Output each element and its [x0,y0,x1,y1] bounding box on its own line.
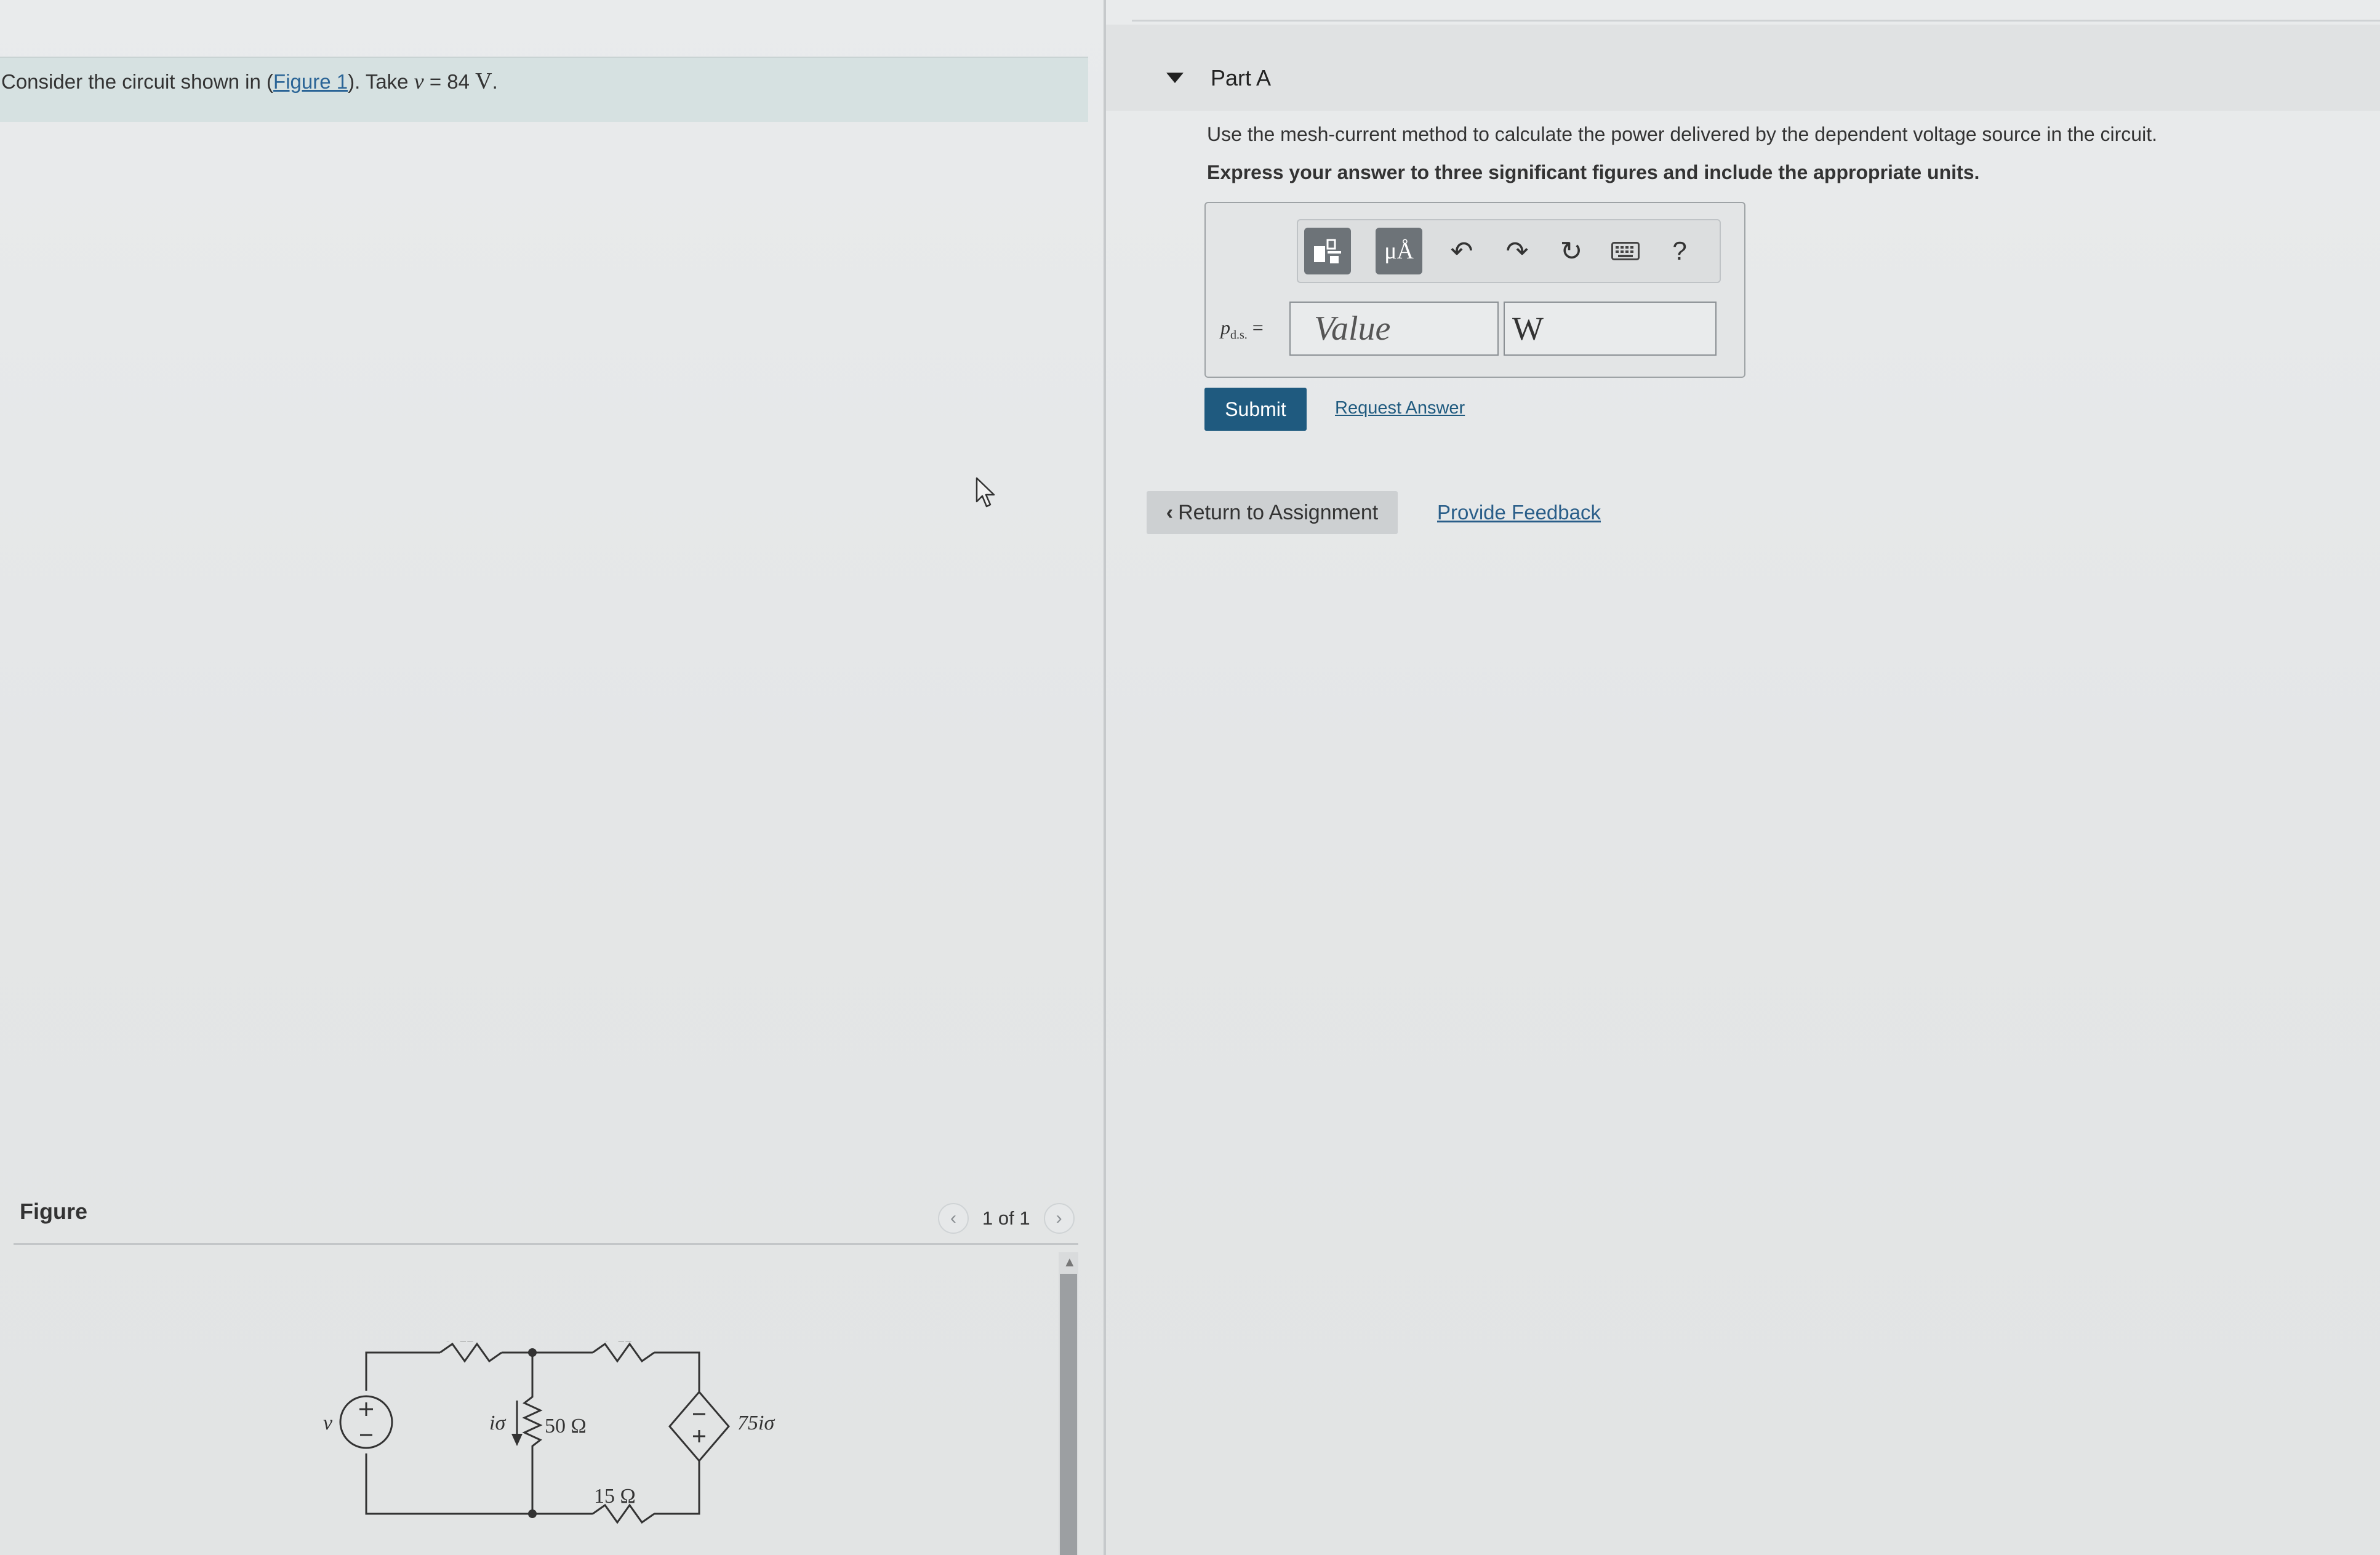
answer-variable-label: pd.s. = [1220,316,1264,342]
undo-button[interactable]: ↶ [1444,234,1479,268]
instruction-text: Express your answer to three significant… [1207,161,1980,183]
source-voltage-label: v [323,1412,333,1434]
resistor-5-ohm-label: 5 Ω [443,1341,475,1346]
return-label: Return to Assignment [1178,500,1379,524]
circuit-diagram: 5 Ω 10 Ω 50 Ω 15 Ω v iσ 75iσ [323,1341,775,1524]
return-to-assignment-button[interactable]: ‹ Return to Assignment [1147,491,1398,534]
circuit-node-top [528,1348,537,1357]
chevron-left-icon: ‹ [950,1208,956,1228]
templates-button[interactable] [1304,228,1351,274]
reset-icon: ↻ [1560,236,1583,266]
value-input[interactable] [1289,302,1499,356]
figure-scrollbar-thumb[interactable] [1060,1274,1077,1555]
answer-variable-subscript: d.s. [1230,328,1248,342]
chevron-right-icon: › [1056,1208,1062,1228]
help-button[interactable]: ? [1662,234,1697,268]
voltage-variable: v [414,69,424,94]
question-text: Use the mesh-current method to calculate… [1207,123,2157,145]
scroll-up-arrow-icon[interactable]: ▲ [1063,1254,1076,1270]
resistor-15-ohm-label: 15 Ω [594,1485,636,1508]
intro-prefix: Consider the circuit shown in ( [1,70,274,93]
answer-entry-box: μÅ ↶ ↷ ↻ ? pd.s. = Value W [1204,202,1745,378]
next-figure-button[interactable]: › [1043,1203,1075,1234]
units-input[interactable] [1504,302,1717,356]
voltage-unit: V [475,68,492,94]
math-toolbar: μÅ ↶ ↷ ↻ ? [1297,219,1721,283]
collapse-caret-icon[interactable] [1166,73,1184,83]
keyboard-button[interactable] [1608,234,1643,268]
figure-pagination: ‹ 1 of 1 › [938,1203,1075,1234]
redo-icon: ↷ [1505,236,1529,266]
resistor-50-ohm-label: 50 Ω [545,1415,587,1437]
help-icon: ? [1672,236,1687,265]
top-divider [1132,20,2380,22]
undo-icon: ↶ [1450,236,1473,266]
answer-pane: Part A Use the mesh-current method to ca… [1106,0,2380,1555]
redo-button[interactable]: ↷ [1500,234,1534,268]
reset-button[interactable]: ↻ [1554,234,1589,268]
previous-figure-button[interactable]: ‹ [938,1203,969,1234]
provide-feedback-link[interactable]: Provide Feedback [1437,501,1601,524]
dependent-source-label: 75iσ [737,1412,775,1434]
current-label: iσ [489,1412,506,1434]
units-icon: μÅ [1384,238,1414,264]
part-title: Part A [1211,65,1272,90]
mouse-cursor-icon [976,477,995,508]
figure-heading: Figure [20,1199,88,1224]
part-a-header[interactable]: Part A [1106,25,2380,111]
intro-suffix: . [492,70,498,93]
problem-statement: Consider the circuit shown in (Figure 1)… [1,68,498,95]
templates-icon [1314,239,1341,263]
figure-pager: 1 of 1 [982,1207,1030,1229]
request-answer-link[interactable]: Request Answer [1335,398,1465,418]
problem-pane: Consider the circuit shown in (Figure 1)… [0,0,1105,1555]
units-button[interactable]: μÅ [1376,228,1422,274]
voltage-value: = 84 [423,70,476,93]
intro-middle: ). Take [348,70,414,93]
equals-sign: = [1252,316,1264,338]
resistor-10-ohm-label: 10 Ω [591,1341,633,1346]
figure-divider [14,1243,1078,1245]
keyboard-icon [1611,242,1640,260]
submit-button[interactable]: Submit [1204,388,1307,431]
answer-variable: p [1220,316,1230,338]
circuit-node-bottom [528,1509,537,1518]
chevron-left-icon: ‹ [1166,500,1174,524]
figure-link[interactable]: Figure 1 [273,70,348,93]
